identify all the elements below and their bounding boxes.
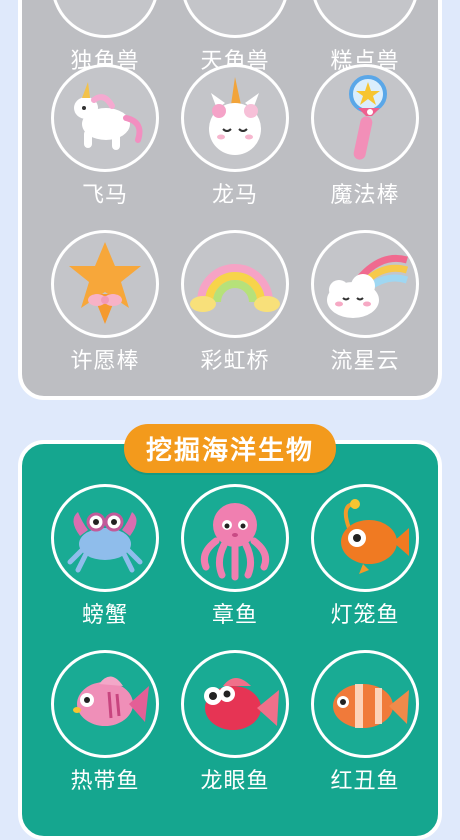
fantasy-item-winged-unicorn[interactable]: 天角兽 (170, 0, 300, 74)
shooting-star-cloud-icon (311, 230, 419, 338)
ocean-panel: 挖掘海洋生物 螃蟹 章鱼 灯笼鱼 热带鱼 龙眼鱼 红丑鱼 (18, 424, 442, 840)
ocean-item-dragon-eye-fish[interactable]: 龙眼鱼 (170, 650, 300, 794)
ocean-row-1: 螃蟹 章鱼 灯笼鱼 (22, 484, 438, 628)
item-label: 热带鱼 (70, 768, 140, 793)
item-label: 许愿棒 (70, 348, 140, 373)
item-label: 魔法棒 (330, 182, 400, 207)
item-label: 红丑鱼 (330, 768, 400, 793)
item-label: 龙眼鱼 (200, 768, 270, 793)
section-title-badge: 挖掘海洋生物 (123, 424, 337, 473)
tropical-fish-icon (51, 650, 159, 758)
lantern-fish-icon (311, 484, 419, 592)
pegasus-icon (51, 64, 159, 172)
ocean-row-2: 热带鱼 龙眼鱼 红丑鱼 (22, 650, 438, 794)
fantasy-item-unicorn[interactable]: 独角兽 (40, 0, 170, 74)
fantasy-item-pastry-beast[interactable]: 糕点兽 (300, 0, 430, 74)
unicorn-head-icon (181, 64, 289, 172)
fantasy-item-shooting-star-cloud[interactable]: 流星云 (300, 230, 430, 374)
ocean-item-crab[interactable]: 螃蟹 (40, 484, 170, 628)
item-label: 流星云 (330, 348, 400, 373)
item-label: 飞马 (81, 182, 128, 207)
ocean-item-clownfish[interactable]: 红丑鱼 (300, 650, 430, 794)
fantasy-item-wish-wand[interactable]: 许愿棒 (40, 230, 170, 374)
fantasy-panel: 独角兽 天角兽 糕点兽 飞马 龙马 魔法棒 许愿棒 彩虹桥 流星云 (18, 0, 442, 400)
item-label: 章鱼 (211, 602, 258, 627)
fantasy-row-2: 飞马 龙马 魔法棒 (22, 64, 438, 208)
rainbow-icon (181, 230, 289, 338)
unicorn-icon (51, 0, 159, 38)
crab-icon (51, 484, 159, 592)
clownfish-icon (311, 650, 419, 758)
winged-unicorn-icon (181, 0, 289, 38)
octopus-icon (181, 484, 289, 592)
wish-star-wand-icon (51, 230, 159, 338)
ocean-item-tropical-fish[interactable]: 热带鱼 (40, 650, 170, 794)
pastry-beast-icon (311, 0, 419, 38)
fantasy-item-rainbow[interactable]: 彩虹桥 (170, 230, 300, 374)
item-label: 灯笼鱼 (330, 602, 400, 627)
fantasy-row-3: 许愿棒 彩虹桥 流星云 (22, 230, 438, 374)
fantasy-item-magic-wand[interactable]: 魔法棒 (300, 64, 430, 208)
ocean-item-octopus[interactable]: 章鱼 (170, 484, 300, 628)
fantasy-item-unicorn-head[interactable]: 龙马 (170, 64, 300, 208)
item-label: 彩虹桥 (200, 348, 270, 373)
item-label: 螃蟹 (81, 602, 128, 627)
item-label: 龙马 (211, 182, 258, 207)
fantasy-item-pegasus[interactable]: 飞马 (40, 64, 170, 208)
magic-wand-icon (311, 64, 419, 172)
dragon-eye-fish-icon (181, 650, 289, 758)
fantasy-row-1: 独角兽 天角兽 糕点兽 (22, 0, 438, 74)
ocean-item-lantern-fish[interactable]: 灯笼鱼 (300, 484, 430, 628)
